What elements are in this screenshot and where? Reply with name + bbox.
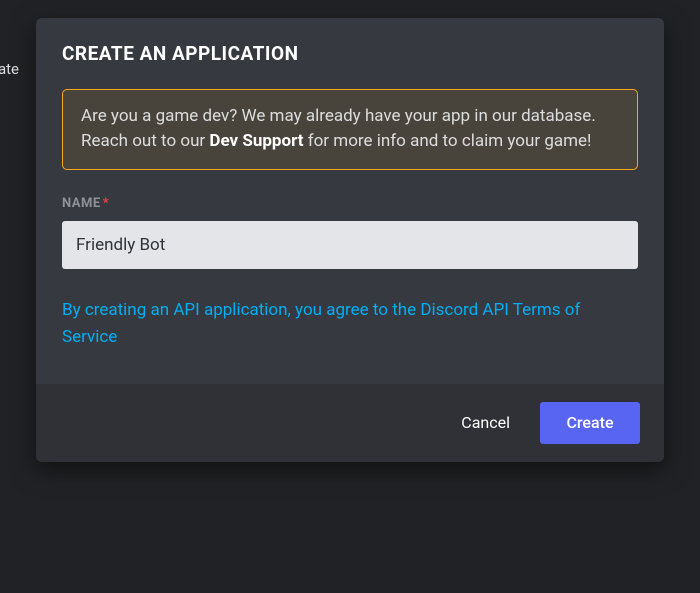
tos-container: By creating an API application, you agre…	[62, 297, 638, 350]
game-dev-info-banner: Are you a game dev? We may already have …	[62, 89, 638, 170]
name-label-text: NAME	[62, 196, 101, 211]
name-field-label: NAME*	[62, 196, 638, 211]
required-indicator: *	[103, 196, 109, 211]
cancel-button[interactable]: Cancel	[439, 402, 532, 444]
dev-support-link[interactable]: Dev Support	[209, 131, 303, 151]
info-banner-text: Are you a game dev? We may already have …	[81, 104, 619, 153]
modal-body: CREATE AN APPLICATION Are you a game dev…	[36, 18, 664, 384]
info-text-after: for more info and to claim your game!	[303, 131, 591, 151]
tos-link[interactable]: By creating an API application, you agre…	[62, 300, 580, 346]
create-button[interactable]: Create	[540, 402, 640, 444]
background-partial-text: eate	[0, 60, 19, 78]
application-name-input[interactable]	[62, 221, 638, 269]
modal-footer: Cancel Create	[36, 384, 664, 462]
create-application-modal: CREATE AN APPLICATION Are you a game dev…	[36, 18, 664, 462]
modal-title: CREATE AN APPLICATION	[62, 42, 638, 65]
